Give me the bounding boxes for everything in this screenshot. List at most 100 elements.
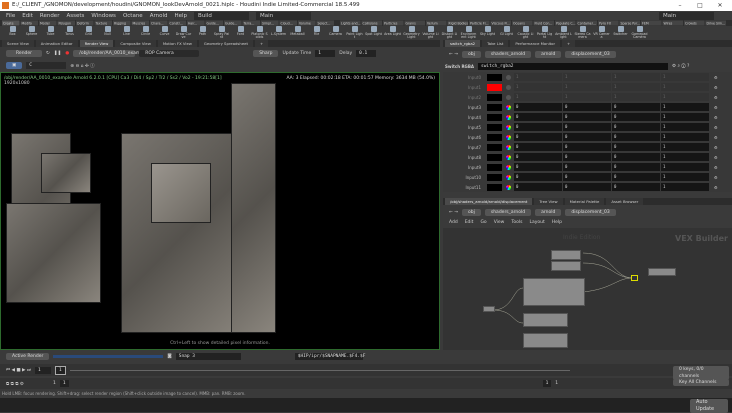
tab-tree-view[interactable]: Tree View — [534, 198, 563, 205]
shelf-tool[interactable]: VR Camera — [593, 26, 610, 39]
shelf-tab[interactable]: Constr... — [168, 20, 187, 26]
param-value-field[interactable]: 1 — [661, 133, 709, 141]
color-swatch[interactable] — [487, 103, 502, 111]
shelf-tool[interactable]: Caustic Light — [517, 26, 534, 39]
minimize-button[interactable]: – — [670, 0, 690, 11]
param-value-field[interactable]: 1 — [612, 73, 660, 81]
tab-network-view[interactable]: /obj/shaders_arnold/arnold/displacement — [445, 198, 533, 205]
shelf-tool[interactable]: Gamepad Camera — [631, 26, 648, 39]
shelf-tab[interactable]: Chara... — [150, 20, 168, 26]
net-menu-layout[interactable]: Layout — [529, 220, 544, 225]
color-wheel-icon[interactable] — [506, 154, 511, 160]
param-value-field[interactable]: 0 — [514, 143, 562, 151]
tab-material-palette[interactable]: Material Palette — [564, 198, 605, 205]
menu-help[interactable]: Help — [175, 13, 188, 19]
param-value-field[interactable]: 1 — [661, 163, 709, 171]
param-value-field[interactable]: 0 — [612, 103, 660, 111]
camera-dropdown[interactable]: ROP Camera — [139, 50, 200, 57]
param-value-field[interactable]: 1 — [661, 123, 709, 131]
shelf-tab[interactable]: Grains — [404, 20, 426, 26]
delay-field[interactable]: 0.1 — [356, 50, 377, 57]
tab-take-list[interactable]: Take List — [482, 40, 509, 47]
shelf-tool[interactable]: Area Light — [384, 26, 401, 39]
shelf-tab[interactable]: Rigging — [113, 20, 131, 26]
shelf-tool[interactable]: Switcher — [612, 26, 629, 39]
color-swatch[interactable] — [487, 163, 502, 171]
shelf-tab[interactable]: FEM — [641, 20, 662, 26]
color-swatch[interactable] — [487, 73, 502, 81]
param-value-field[interactable]: 0 — [563, 163, 611, 171]
shelf-tab[interactable]: Fluid Con... — [533, 20, 555, 26]
shelf-tool[interactable]: Spray Paint — [213, 26, 230, 39]
snapshot-slider[interactable] — [53, 355, 164, 358]
switch-rgba2-node[interactable] — [631, 275, 638, 281]
shelf-tab[interactable]: Terra... — [242, 20, 261, 26]
param-value-field[interactable]: 1 — [514, 73, 562, 81]
shelf-tool[interactable]: Spot Light — [365, 26, 382, 39]
path-shaders-arnold[interactable]: shaders_arnold — [484, 50, 532, 58]
param-value-field[interactable]: 0 — [514, 103, 562, 111]
maximize-button[interactable]: □ — [690, 0, 710, 11]
tab-render-view[interactable]: Render View — [79, 40, 114, 47]
back-icon[interactable]: ← → — [449, 52, 458, 57]
channel-icon[interactable]: ⚙ — [714, 95, 718, 100]
tab-parameters[interactable]: switch_rgba2 — [445, 40, 481, 47]
network-editor[interactable]: Indie Edition VEX Builder — [443, 228, 732, 350]
shader-node[interactable] — [551, 250, 581, 260]
shelf-tool[interactable]: Platonic Solids — [251, 26, 268, 39]
shelf-tool[interactable]: L-System — [270, 26, 287, 39]
add-tab-button[interactable]: + — [562, 40, 576, 47]
shelf-tool[interactable]: Curve — [156, 26, 173, 39]
channel-icon[interactable]: ⚙ — [714, 115, 718, 120]
add-tab-button[interactable]: + — [254, 40, 269, 47]
param-value-field[interactable]: 0 — [612, 173, 660, 181]
channel-icon[interactable]: ⚙ — [714, 135, 718, 140]
shelf-tool[interactable]: Metaball — [289, 26, 306, 39]
shelf-tab[interactable]: Model — [39, 20, 57, 26]
param-value-field[interactable]: 1 — [563, 73, 611, 81]
output-node[interactable] — [648, 268, 676, 276]
shelf-tab[interactable]: Particles — [383, 20, 404, 26]
path-obj[interactable]: obj — [461, 50, 481, 58]
color-swatch[interactable] — [487, 83, 502, 91]
shelf-tab[interactable]: Cloud... — [279, 20, 298, 26]
param-value-field[interactable]: 0 — [514, 163, 562, 171]
shelf-tab[interactable]: Wires — [662, 20, 684, 26]
param-value-field[interactable]: 0 — [612, 123, 660, 131]
tab-scene-view[interactable]: Scene View — [2, 40, 34, 47]
shelf-tool[interactable]: Null — [99, 26, 116, 39]
shelf-tool[interactable]: Distant Light — [441, 26, 458, 39]
path-displacement[interactable]: displacement_03 — [565, 50, 616, 58]
shelf-tool[interactable]: GI Light — [498, 26, 515, 39]
tab-performance-monitor[interactable]: Performance Monitor — [510, 40, 561, 47]
shelf-tab[interactable]: Create — [2, 20, 20, 26]
param-value-field[interactable]: 1 — [563, 93, 611, 101]
stop-icon[interactable]: ● — [65, 51, 69, 56]
menu-file[interactable]: File — [6, 13, 15, 19]
shelf-tool[interactable]: Stereo Camera — [574, 26, 591, 39]
color-wheel-icon[interactable] — [506, 94, 511, 100]
tab-asset-browser[interactable]: Asset Browser — [606, 198, 644, 205]
node-name-field[interactable]: switch_rgba2 — [477, 62, 668, 70]
param-value-field[interactable]: 1 — [661, 143, 709, 151]
color-swatch[interactable] — [487, 123, 502, 131]
param-value-field[interactable]: 1 — [661, 173, 709, 181]
param-value-field[interactable]: 1 — [514, 93, 562, 101]
color-wheel-icon[interactable] — [506, 74, 511, 80]
channel-icon[interactable]: ⚙ — [714, 125, 718, 130]
param-value-field[interactable]: 0 — [514, 113, 562, 121]
desktop-dropdown[interactable]: Build — [194, 11, 250, 20]
menu-windows[interactable]: Windows — [91, 13, 116, 19]
net-menu-go[interactable]: Go — [480, 220, 486, 225]
render-button[interactable]: Render — [6, 50, 43, 57]
shelf-tool[interactable]: Sphere — [23, 26, 40, 39]
shelf-tab[interactable]: Rigid Bodies — [447, 20, 469, 26]
shelf-tool[interactable]: Circle — [137, 26, 154, 39]
global-start-field[interactable]: 1 — [542, 380, 552, 387]
color-wheel-icon[interactable] — [506, 104, 511, 110]
param-value-field[interactable]: 0 — [612, 183, 660, 191]
color-swatch[interactable] — [487, 183, 502, 191]
shelf-tab[interactable]: Vellum — [426, 20, 447, 26]
param-value-field[interactable]: 1 — [661, 153, 709, 161]
param-value-field[interactable]: 0 — [514, 133, 562, 141]
